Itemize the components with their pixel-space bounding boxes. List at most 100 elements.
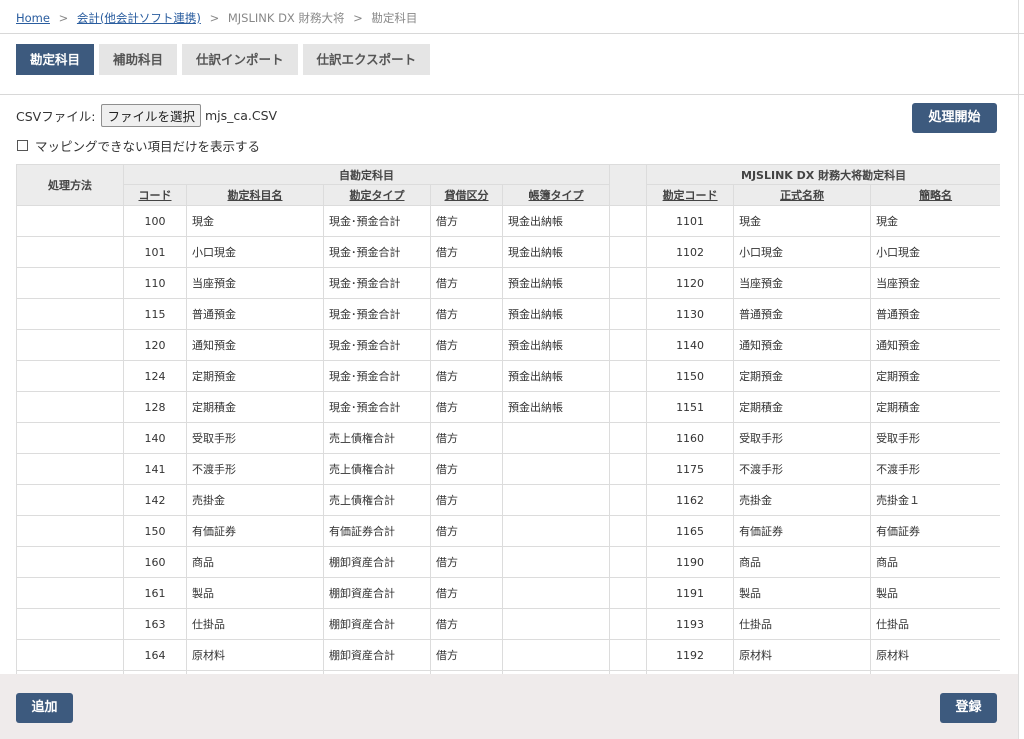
method-cell	[16, 422, 124, 454]
column-header-book-type[interactable]: 帳簿タイプ	[501, 184, 611, 206]
table-row[interactable]: 161 製品 棚卸資産合計 借方 1191 製品 製品	[16, 577, 1000, 609]
table-row[interactable]: 163 仕掛品 棚卸資産合計 借方 1193 仕掛品 仕掛品	[16, 608, 1000, 640]
breadcrumb-current: 勘定科目	[371, 11, 418, 25]
mjs-code-cell: 1151	[646, 391, 735, 423]
method-cell	[16, 453, 124, 485]
account-name-cell: 製品	[186, 577, 324, 609]
unmapped-only-checkbox[interactable]	[17, 140, 28, 151]
table-row[interactable]: 142 売掛金 売上債権合計 借方 1162 売掛金 売掛金１	[16, 484, 1000, 516]
official-name-cell: 定期預金	[733, 360, 872, 392]
footer-bar	[0, 674, 1018, 739]
mapping-table-container[interactable]: 処理方法 自勘定科目 MJSLINK DX 財務大将勘定科目 コード 勘定科目名…	[16, 164, 1000, 674]
choose-file-button[interactable]: ファイルを選択	[101, 104, 201, 127]
mjs-code-cell: 1191	[646, 577, 735, 609]
start-processing-button[interactable]: 処理開始	[912, 103, 997, 133]
spacer-cell	[609, 422, 648, 454]
short-name-cell: 商品	[870, 546, 1000, 578]
page-edge-line	[1018, 0, 1019, 739]
breadcrumb-parent-link[interactable]: 会計(他会計ソフト連携)	[77, 11, 201, 25]
breadcrumb: Home > 会計(他会計ソフト連携) > MJSLINK DX 財務大将 > …	[16, 10, 417, 26]
debit-credit-cell: 借方	[430, 546, 503, 578]
account-name-cell: 当座預金	[186, 267, 324, 299]
breadcrumb-separator: >	[353, 11, 363, 25]
column-header-account-name[interactable]: 勘定科目名	[186, 184, 324, 206]
table-row[interactable]: 100 現金 現金･預金合計 借方 現金出納帳 1101 現金 現金	[16, 205, 1000, 237]
header-divider	[0, 33, 1024, 34]
book-type-cell: 預金出納帳	[501, 298, 611, 330]
mjs-code-cell: 1102	[646, 236, 735, 268]
unmapped-filter[interactable]: マッピングできない項目だけを表示する	[17, 136, 260, 155]
short-name-cell: 受取手形	[870, 422, 1000, 454]
code-cell: 150	[123, 515, 187, 547]
unmapped-only-label: マッピングできない項目だけを表示する	[35, 139, 261, 154]
column-header-short-name[interactable]: 簡略名	[870, 184, 1000, 206]
code-cell: 161	[123, 577, 187, 609]
register-button[interactable]: 登録	[940, 693, 997, 723]
method-cell	[16, 329, 124, 361]
short-name-cell: 定期預金	[870, 360, 1000, 392]
code-cell: 128	[123, 391, 187, 423]
mjs-code-cell: 1162	[646, 484, 735, 516]
table-row[interactable]: 164 原材料 棚卸資産合計 借方 1192 原材料 原材料	[16, 639, 1000, 671]
table-row[interactable]: 128 定期積金 現金･預金合計 借方 預金出納帳 1151 定期積金 定期積金	[16, 391, 1000, 423]
debit-credit-cell: 借方	[430, 205, 503, 237]
method-cell	[16, 639, 124, 671]
column-header-code[interactable]: コード	[123, 184, 187, 206]
official-name-cell: 原材料	[733, 639, 872, 671]
column-header-mjs-code[interactable]: 勘定コード	[646, 184, 735, 206]
table-row[interactable]: 115 普通預金 現金･預金合計 借方 預金出納帳 1130 普通預金 普通預金	[16, 298, 1000, 330]
table-row[interactable]: 120 通知預金 現金･預金合計 借方 預金出納帳 1140 通知預金 通知預金	[16, 329, 1000, 361]
table-row[interactable]: 140 受取手形 売上債権合計 借方 1160 受取手形 受取手形	[16, 422, 1000, 454]
debit-credit-cell: 借方	[430, 484, 503, 516]
tab-journal-export[interactable]: 仕訳エクスポート	[302, 44, 431, 75]
tab-sub-accounts[interactable]: 補助科目	[99, 44, 178, 75]
spacer-cell	[609, 577, 648, 609]
account-name-cell: 定期預金	[186, 360, 324, 392]
breadcrumb-separator: >	[209, 11, 220, 25]
mjs-code-cell: 1175	[646, 453, 735, 485]
debit-credit-cell: 借方	[430, 391, 503, 423]
table-row[interactable]: 160 商品 棚卸資産合計 借方 1190 商品 商品	[16, 546, 1000, 578]
table-row[interactable]: 101 小口現金 現金･預金合計 借方 現金出納帳 1102 小口現金 小口現金	[16, 236, 1000, 268]
code-cell: 110	[123, 267, 187, 299]
official-name-cell: 商品	[733, 546, 872, 578]
method-cell	[16, 391, 124, 423]
table-row[interactable]: 110 当座預金 現金･預金合計 借方 預金出納帳 1120 当座預金 当座預金	[16, 267, 1000, 299]
add-button[interactable]: 追加	[16, 693, 73, 723]
mjs-code-cell: 1192	[646, 639, 735, 671]
book-type-cell: 預金出納帳	[501, 360, 611, 392]
column-header-official-name[interactable]: 正式名称	[733, 184, 872, 206]
method-cell	[16, 267, 124, 299]
spacer-cell	[609, 236, 648, 268]
official-name-cell: 小口現金	[733, 236, 872, 268]
method-cell	[16, 577, 124, 609]
account-name-cell: 通知預金	[186, 329, 324, 361]
spacer-header	[609, 164, 648, 206]
account-name-cell: 売掛金	[186, 484, 324, 516]
account-type-cell: 売上債権合計	[323, 453, 431, 485]
code-cell: 142	[123, 484, 187, 516]
account-name-cell: 原材料	[186, 639, 324, 671]
table-row[interactable]: 141 不渡手形 売上債権合計 借方 1175 不渡手形 不渡手形	[16, 453, 1000, 485]
method-cell	[16, 298, 124, 330]
mjs-code-cell: 1190	[646, 546, 735, 578]
table-row[interactable]: 124 定期預金 現金･預金合計 借方 預金出納帳 1150 定期預金 定期預金	[16, 360, 1000, 392]
account-type-cell: 現金･預金合計	[323, 391, 431, 423]
selected-file-name: mjs_ca.CSV	[204, 108, 278, 123]
account-type-cell: 現金･預金合計	[323, 205, 431, 237]
official-name-cell: 不渡手形	[733, 453, 872, 485]
book-type-cell	[501, 608, 611, 640]
tab-accounts[interactable]: 勘定科目	[16, 44, 95, 75]
column-header-debit-credit[interactable]: 貸借区分	[430, 184, 503, 206]
short-name-cell: 現金	[870, 205, 1000, 237]
column-header-account-type[interactable]: 勘定タイプ	[323, 184, 431, 206]
book-type-cell	[501, 453, 611, 485]
tab-journal-import[interactable]: 仕訳インポート	[182, 44, 298, 75]
book-type-cell	[501, 577, 611, 609]
account-type-cell: 現金･預金合計	[323, 360, 431, 392]
breadcrumb-home-link[interactable]: Home	[16, 11, 50, 25]
table-row[interactable]: 150 有価証券 有価証券合計 借方 1165 有価証券 有価証券	[16, 515, 1000, 547]
breadcrumb-separator: >	[58, 11, 69, 25]
account-name-cell: 有価証券	[186, 515, 324, 547]
official-name-cell: 仕掛品	[733, 608, 872, 640]
